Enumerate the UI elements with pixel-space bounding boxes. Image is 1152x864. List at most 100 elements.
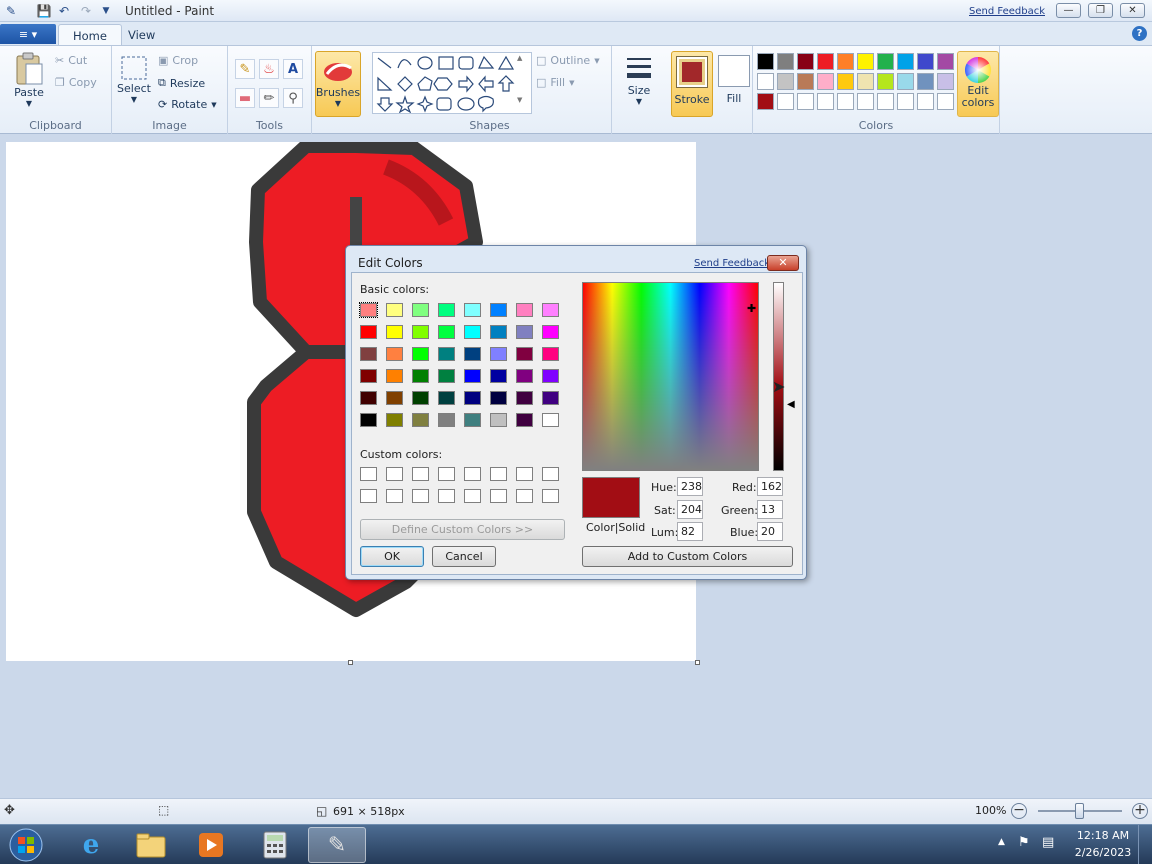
- basic-color-swatch[interactable]: [359, 302, 378, 318]
- red-field[interactable]: 162: [757, 477, 783, 496]
- basic-color-swatch[interactable]: [438, 303, 455, 317]
- basic-color-swatch[interactable]: [516, 347, 533, 361]
- palette-color-swatch[interactable]: [937, 53, 954, 70]
- basic-color-swatch[interactable]: [438, 347, 455, 361]
- palette-color-swatch[interactable]: [917, 73, 934, 90]
- basic-color-swatch[interactable]: [516, 325, 533, 339]
- rotate-button[interactable]: ⟳ Rotate ▼: [158, 98, 217, 111]
- sat-field[interactable]: 204: [677, 500, 703, 519]
- palette-color-swatch[interactable]: [757, 73, 774, 90]
- basic-color-swatch[interactable]: [412, 303, 429, 317]
- clock-time[interactable]: 12:18 AM: [1072, 829, 1134, 842]
- palette-color-swatch[interactable]: [777, 73, 794, 90]
- resize-button[interactable]: ⧉ Resize: [158, 76, 205, 90]
- palette-color-swatch[interactable]: [837, 93, 854, 110]
- basic-color-swatch[interactable]: [542, 325, 559, 339]
- basic-color-swatch[interactable]: [464, 391, 481, 405]
- palette-color-swatch[interactable]: [837, 73, 854, 90]
- tab-view[interactable]: View: [114, 24, 169, 46]
- zoom-slider-thumb[interactable]: [1075, 803, 1084, 819]
- basic-color-swatch[interactable]: [386, 347, 403, 361]
- shapes-scroll-up-icon[interactable]: ▲: [517, 54, 522, 62]
- basic-color-swatch[interactable]: [360, 369, 377, 383]
- palette-color-swatch[interactable]: [797, 93, 814, 110]
- basic-color-swatch[interactable]: [464, 303, 481, 317]
- basic-color-swatch[interactable]: [386, 369, 403, 383]
- canvas-resize-handle-corner[interactable]: [695, 660, 700, 665]
- paint-menu-button[interactable]: ≡ ▾: [0, 24, 56, 44]
- edit-colors-button[interactable]: Edit colors: [957, 51, 999, 117]
- palette-color-swatch[interactable]: [857, 73, 874, 90]
- shapes-more-icon[interactable]: ▼: [517, 96, 522, 104]
- eraser-icon[interactable]: ▬: [235, 88, 255, 108]
- basic-color-swatch[interactable]: [386, 325, 403, 339]
- palette-color-swatch[interactable]: [837, 53, 854, 70]
- palette-color-swatch[interactable]: [937, 93, 954, 110]
- palette-color-swatch[interactable]: [757, 93, 774, 110]
- custom-color-swatch[interactable]: [490, 489, 507, 503]
- color-spectrum[interactable]: ✚: [582, 282, 759, 471]
- custom-color-swatch[interactable]: [516, 489, 533, 503]
- canvas-resize-handle-bottom[interactable]: [348, 660, 353, 665]
- basic-color-swatch[interactable]: [490, 413, 507, 427]
- size-button[interactable]: Size ▼: [620, 54, 658, 106]
- basic-color-swatch[interactable]: [542, 369, 559, 383]
- basic-color-swatch[interactable]: [490, 303, 507, 317]
- basic-color-swatch[interactable]: [490, 347, 507, 361]
- custom-color-swatch[interactable]: [386, 489, 403, 503]
- action-center-icon[interactable]: ⚑: [1018, 835, 1030, 850]
- basic-color-swatch[interactable]: [516, 303, 533, 317]
- basic-color-swatch[interactable]: [542, 303, 559, 317]
- color-picker-icon[interactable]: ✏: [259, 88, 279, 108]
- help-icon[interactable]: ?: [1132, 26, 1147, 41]
- basic-color-swatch[interactable]: [490, 325, 507, 339]
- custom-color-swatch[interactable]: [542, 467, 559, 481]
- basic-color-swatch[interactable]: [386, 391, 403, 405]
- custom-color-swatch[interactable]: [464, 467, 481, 481]
- cut-button[interactable]: ✂ Cut: [55, 54, 87, 67]
- custom-color-swatch[interactable]: [438, 467, 455, 481]
- hue-field[interactable]: 238: [677, 477, 703, 496]
- palette-color-swatch[interactable]: [897, 53, 914, 70]
- basic-color-swatch[interactable]: [516, 413, 533, 427]
- clock-date[interactable]: 2/26/2023: [1072, 846, 1134, 859]
- taskbar-internet-explorer[interactable]: e: [62, 827, 120, 863]
- add-to-custom-colors-button[interactable]: Add to Custom Colors: [582, 546, 793, 567]
- fill-button[interactable]: □ Fill ▼: [536, 76, 575, 89]
- send-feedback-link[interactable]: Send Feedback: [969, 6, 1045, 17]
- close-button[interactable]: ✕: [1120, 3, 1145, 18]
- cancel-button[interactable]: Cancel: [432, 546, 496, 567]
- lum-field[interactable]: 82: [677, 522, 703, 541]
- paste-button[interactable]: Paste ▼: [8, 52, 50, 108]
- paint-app-icon[interactable]: ✎: [3, 3, 19, 19]
- network-icon[interactable]: ▤: [1042, 835, 1054, 850]
- basic-color-swatch[interactable]: [438, 369, 455, 383]
- palette-color-swatch[interactable]: [777, 93, 794, 110]
- basic-color-swatch[interactable]: [490, 369, 507, 383]
- palette-color-swatch[interactable]: [757, 53, 774, 70]
- basic-color-swatch[interactable]: [412, 369, 429, 383]
- maximize-button[interactable]: ❐: [1088, 3, 1113, 18]
- basic-color-swatch[interactable]: [412, 413, 429, 427]
- basic-color-swatch[interactable]: [438, 325, 455, 339]
- basic-color-swatch[interactable]: [516, 369, 533, 383]
- basic-color-swatch[interactable]: [516, 391, 533, 405]
- minimize-button[interactable]: —: [1056, 3, 1081, 18]
- luminance-arrow-icon[interactable]: ◀: [787, 399, 795, 410]
- palette-color-swatch[interactable]: [817, 73, 834, 90]
- basic-color-swatch[interactable]: [412, 347, 429, 361]
- basic-color-swatch[interactable]: [438, 413, 455, 427]
- basic-color-swatch[interactable]: [412, 391, 429, 405]
- basic-color-swatch[interactable]: [464, 413, 481, 427]
- palette-color-swatch[interactable]: [897, 93, 914, 110]
- basic-color-swatch[interactable]: [464, 369, 481, 383]
- basic-color-swatch[interactable]: [360, 391, 377, 405]
- custom-color-swatch[interactable]: [490, 467, 507, 481]
- brushes-button[interactable]: Brushes ▼: [315, 51, 361, 117]
- palette-color-swatch[interactable]: [917, 53, 934, 70]
- basic-color-swatch[interactable]: [490, 391, 507, 405]
- crop-button[interactable]: ▣ Crop: [158, 54, 198, 67]
- custom-color-swatch[interactable]: [542, 489, 559, 503]
- palette-color-swatch[interactable]: [897, 73, 914, 90]
- shapes-gallery[interactable]: [372, 52, 532, 114]
